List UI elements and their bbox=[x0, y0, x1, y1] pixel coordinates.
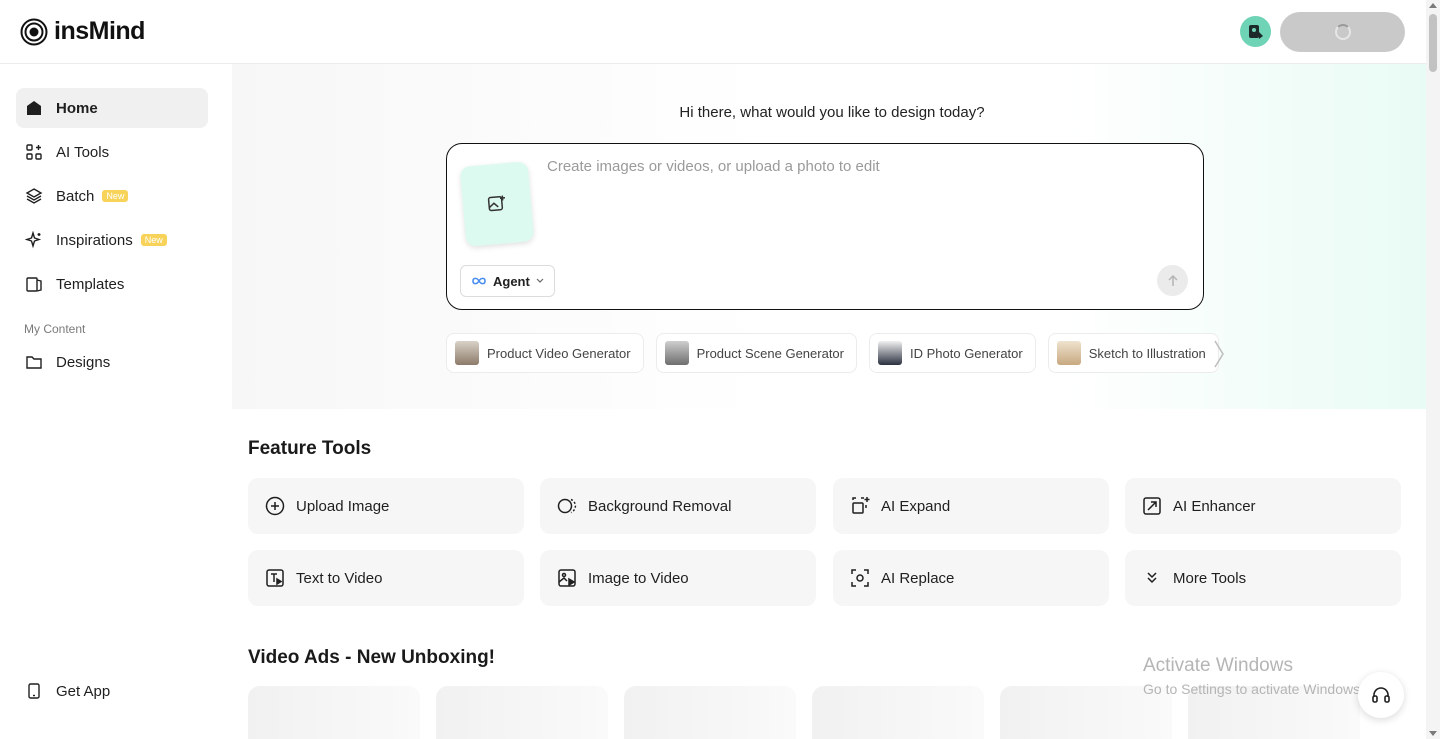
tool-label: Background Removal bbox=[588, 497, 732, 515]
video-ad-card[interactable] bbox=[436, 686, 608, 739]
chip-product-video-generator[interactable]: Product Video Generator bbox=[446, 333, 644, 373]
windows-activation-watermark: Activate Windows Go to Settings to activ… bbox=[1143, 655, 1364, 697]
tool-text-to-video[interactable]: Text to Video bbox=[248, 550, 524, 606]
chevron-down-icon bbox=[536, 278, 544, 283]
sidebar-item-label: Batch bbox=[56, 187, 95, 205]
expand-icon bbox=[852, 497, 870, 514]
chevron-right-icon[interactable] bbox=[1213, 339, 1225, 369]
chip-thumbnail bbox=[1056, 341, 1081, 365]
infinity-icon bbox=[472, 277, 486, 285]
headset-icon bbox=[1372, 687, 1390, 703]
grid-plus-icon bbox=[26, 144, 42, 160]
scroll-thumb[interactable] bbox=[1429, 14, 1437, 72]
main-content: Hi there, what would you like to design … bbox=[232, 64, 1426, 739]
agent-label: Agent bbox=[493, 273, 530, 289]
tool-image-to-video[interactable]: Image to Video bbox=[540, 550, 816, 606]
add-image-icon bbox=[487, 195, 506, 212]
sidebar-item-ai-tools[interactable]: AI Tools bbox=[16, 132, 208, 172]
background-removal-icon bbox=[557, 498, 577, 514]
send-button[interactable] bbox=[1157, 265, 1188, 296]
account-button-loading[interactable] bbox=[1280, 12, 1405, 52]
chip-sketch-to-illustration[interactable]: Sketch to Illustration bbox=[1047, 333, 1219, 373]
tool-ai-enhancer[interactable]: AI Enhancer bbox=[1125, 478, 1401, 534]
brand-name: insMind bbox=[54, 17, 145, 45]
scroll-down-icon[interactable] bbox=[1429, 731, 1437, 736]
chip-label: ID Photo Generator bbox=[910, 345, 1023, 361]
avatar[interactable] bbox=[1240, 16, 1271, 47]
page-scrollbar[interactable] bbox=[1426, 0, 1440, 739]
chip-thumbnail bbox=[455, 341, 479, 365]
feature-tools-title: Feature Tools bbox=[248, 438, 372, 459]
hero-section: Hi there, what would you like to design … bbox=[232, 64, 1426, 409]
video-ad-card[interactable] bbox=[812, 686, 984, 739]
watermark-subtitle: Go to Settings to activate Windows. bbox=[1143, 681, 1364, 697]
video-ad-card[interactable] bbox=[624, 686, 796, 739]
support-button[interactable] bbox=[1358, 672, 1404, 718]
prompt-box: Agent bbox=[446, 143, 1204, 310]
tool-label: AI Replace bbox=[881, 569, 955, 587]
chip-thumbnail bbox=[664, 341, 689, 365]
sparkle-icon bbox=[25, 231, 42, 249]
tool-ai-replace[interactable]: AI Replace bbox=[833, 550, 1109, 606]
prompt-input[interactable] bbox=[547, 158, 1167, 175]
tool-background-removal[interactable]: Background Removal bbox=[540, 478, 816, 534]
sidebar-item-label: Designs bbox=[56, 353, 111, 371]
sidebar-item-home[interactable]: Home bbox=[16, 88, 208, 128]
sidebar-item-label: Templates bbox=[56, 275, 125, 293]
sidebar-item-batch[interactable]: Batch New bbox=[16, 176, 208, 216]
tool-label: AI Enhancer bbox=[1173, 497, 1256, 515]
sidebar-item-label: AI Tools bbox=[56, 143, 110, 161]
watermark-title: Activate Windows bbox=[1143, 655, 1293, 676]
sidebar-item-label: Inspirations bbox=[56, 231, 133, 249]
video-ads-title: Video Ads - New Unboxing! bbox=[248, 647, 496, 668]
sidebar-item-inspirations[interactable]: Inspirations New bbox=[16, 220, 208, 260]
plus-circle-icon bbox=[265, 496, 285, 516]
enhance-icon bbox=[1143, 497, 1161, 515]
loading-spinner-icon bbox=[1334, 24, 1351, 40]
new-badge: New bbox=[102, 190, 129, 202]
sidebar-item-label: Get App bbox=[56, 682, 111, 700]
sidebar-item-get-app[interactable]: Get App bbox=[16, 671, 208, 711]
layers-icon bbox=[25, 188, 43, 204]
tool-label: Image to Video bbox=[588, 569, 689, 587]
agent-selector[interactable]: Agent bbox=[460, 265, 555, 297]
template-icon bbox=[26, 277, 42, 292]
user-avatar-icon bbox=[1248, 24, 1263, 39]
chip-thumbnail bbox=[878, 341, 902, 365]
chip-label: Sketch to Illustration bbox=[1088, 345, 1206, 361]
tool-label: AI Expand bbox=[881, 497, 951, 515]
chip-id-photo-generator[interactable]: ID Photo Generator bbox=[869, 333, 1036, 373]
my-content-label: My Content bbox=[24, 322, 86, 336]
tool-label: More Tools bbox=[1173, 569, 1247, 587]
text-video-icon bbox=[266, 569, 284, 587]
tool-ai-expand[interactable]: AI Expand bbox=[833, 478, 1109, 534]
video-ad-card[interactable] bbox=[248, 686, 420, 739]
sidebar-item-templates[interactable]: Templates bbox=[16, 264, 208, 304]
sidebar: Home AI Tools Batch New Inspirations New… bbox=[0, 64, 232, 739]
chip-product-scene-generator[interactable]: Product Scene Generator bbox=[655, 333, 857, 373]
sidebar-item-designs[interactable]: Designs bbox=[16, 342, 208, 382]
chevrons-down-icon bbox=[1147, 572, 1157, 584]
arrow-up-icon bbox=[1167, 274, 1178, 286]
greeting-text: Hi there, what would you like to design … bbox=[679, 104, 985, 121]
chip-label: Product Video Generator bbox=[487, 345, 631, 361]
brand-logo[interactable]: insMind bbox=[20, 17, 145, 46]
chip-label: Product Scene Generator bbox=[696, 345, 844, 361]
home-icon bbox=[27, 101, 41, 115]
logo-mark-icon bbox=[20, 18, 48, 45]
tool-upload-image[interactable]: Upload Image bbox=[248, 478, 524, 534]
sidebar-item-label: Home bbox=[56, 99, 98, 117]
image-video-icon bbox=[558, 569, 576, 587]
tool-label: Upload Image bbox=[296, 497, 390, 515]
upload-image-button[interactable] bbox=[459, 161, 535, 247]
replace-icon bbox=[851, 569, 869, 587]
new-badge: New bbox=[140, 234, 167, 246]
top-bar: insMind bbox=[0, 0, 1426, 64]
phone-icon bbox=[28, 683, 40, 699]
tool-label: Text to Video bbox=[296, 569, 383, 587]
suggestion-chips: Product Video Generator Product Scene Ge… bbox=[446, 333, 1219, 373]
tool-more-tools[interactable]: More Tools bbox=[1125, 550, 1401, 606]
scroll-up-icon[interactable] bbox=[1429, 3, 1437, 8]
folder-icon bbox=[26, 356, 42, 369]
